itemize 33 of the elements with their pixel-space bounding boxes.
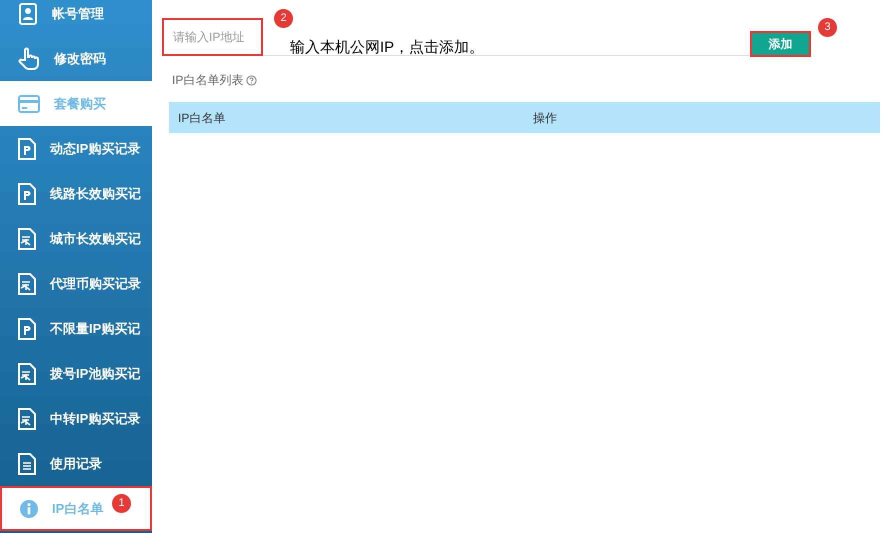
instruction-text: 输入本机公网IP，点击添加。 <box>290 38 484 58</box>
sidebar-item[interactable]: 不限量IP购买记 <box>0 306 152 351</box>
add-button[interactable]: 添加 <box>750 31 811 57</box>
document-list-icon <box>18 452 36 474</box>
list-title: IP白名单列表 <box>172 72 244 89</box>
sidebar-item[interactable]: 使用记录 <box>0 441 152 486</box>
step-badge: 1 <box>112 494 131 513</box>
document-icon <box>18 408 36 430</box>
step-badge: 2 <box>274 9 293 28</box>
document-icon <box>18 272 36 294</box>
document-icon <box>18 362 36 384</box>
sidebar-item[interactable]: 修改密码 <box>0 36 152 81</box>
sidebar-item[interactable]: 线路长效购买记 <box>0 171 152 216</box>
sidebar-item[interactable]: 帐号管理 <box>0 0 152 36</box>
info-icon <box>20 500 38 518</box>
step-badge: 3 <box>818 18 837 37</box>
p-document-icon <box>18 318 36 340</box>
column-header: IP白名单 <box>177 110 226 126</box>
sidebar-item[interactable]: IP白名单 1 <box>0 486 152 531</box>
sidebar-item[interactable]: 拨号IP池购买记 <box>0 351 152 396</box>
p-document-icon <box>18 182 36 204</box>
pointing-hand-icon <box>18 46 40 70</box>
column-header: 操作 <box>533 110 557 126</box>
document-icon <box>18 228 36 250</box>
sidebar-item[interactable]: 动态IP购买记录 <box>0 126 152 171</box>
sidebar-item[interactable]: 代理币购买记录 <box>0 261 152 306</box>
ip-input-field[interactable]: 请输入IP地址 <box>162 18 263 56</box>
credit-card-icon <box>18 94 40 112</box>
sidebar-item[interactable]: 城市长效购买记 <box>0 216 152 261</box>
p-document-icon <box>18 138 36 160</box>
contact-card-icon <box>18 2 38 24</box>
help-icon[interactable] <box>246 74 258 86</box>
sidebar-item[interactable]: 中转IP购买记录 <box>0 396 152 441</box>
